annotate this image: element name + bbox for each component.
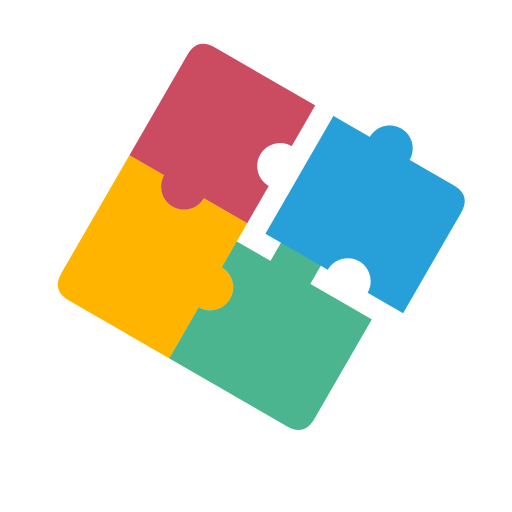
icon-canvas [0, 0, 512, 512]
puzzle-pieces-icon [57, 37, 465, 430]
